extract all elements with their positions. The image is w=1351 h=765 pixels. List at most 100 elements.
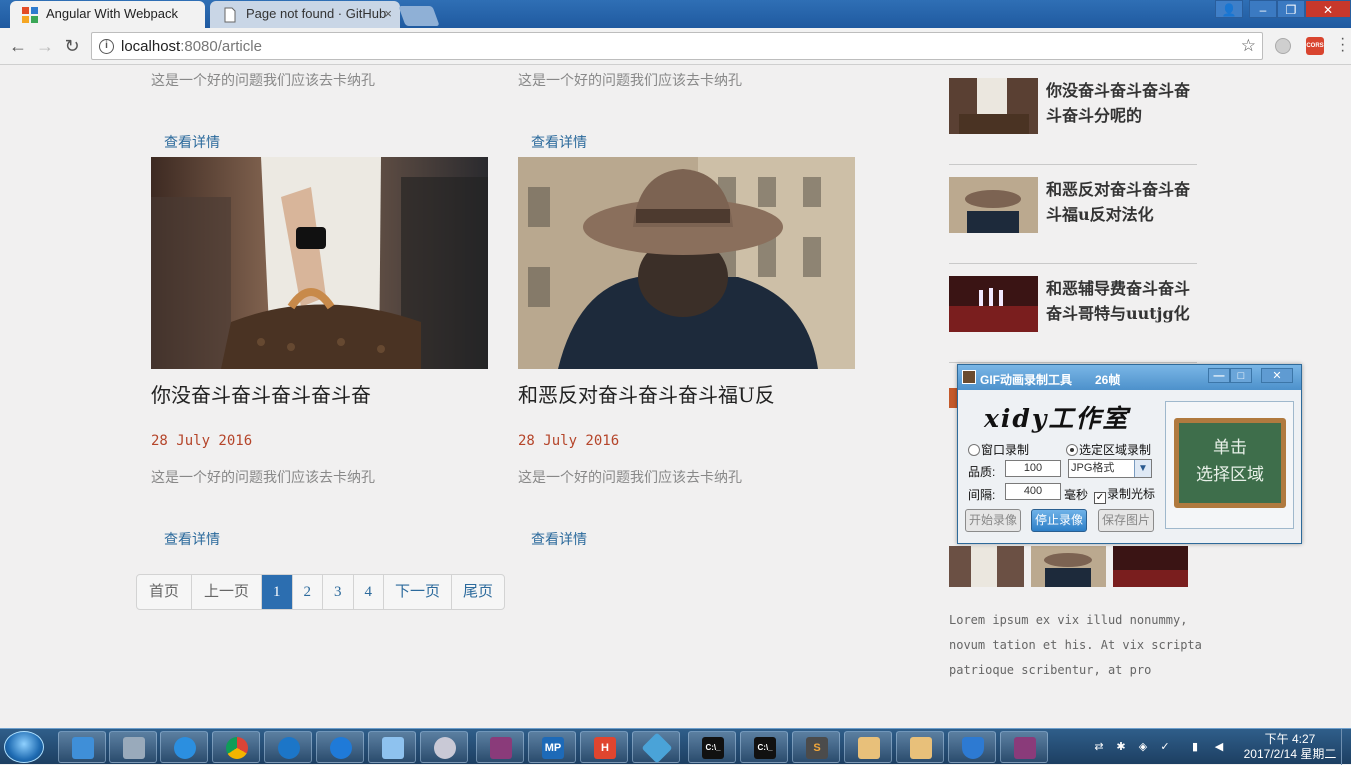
interval-unit: 毫秒 bbox=[1064, 488, 1089, 502]
radio-region-record[interactable]: 选定区域录制 bbox=[1066, 441, 1151, 458]
gif-recorder-title: GIF动画录制工具 bbox=[980, 373, 1072, 387]
interval-input[interactable]: 400 bbox=[1005, 483, 1061, 500]
sidebar-post-title[interactable]: 和恶反对奋斗奋斗奋斗福u反对法化 bbox=[1046, 177, 1198, 227]
mp-icon[interactable]: MP bbox=[528, 731, 576, 763]
clock-time: 下午 4:27 bbox=[1264, 732, 1316, 746]
taskbar-clock[interactable]: 下午 4:27 2017/2/14 星期二 bbox=[1240, 732, 1340, 762]
shield-icon[interactable] bbox=[948, 731, 996, 763]
sidebar-post-thumbnail bbox=[949, 78, 1038, 134]
volume-icon[interactable]: ◀ bbox=[1212, 740, 1226, 754]
quality-input[interactable]: 100 bbox=[1005, 460, 1061, 477]
select-region-panel[interactable]: 单击 选择区域 bbox=[1165, 401, 1294, 529]
page-4-button[interactable]: 4 bbox=[354, 575, 385, 609]
read-more-link[interactable]: 查看详情 bbox=[531, 132, 587, 152]
gallery-thumbnail[interactable] bbox=[1031, 546, 1106, 587]
cmd-icon[interactable]: C:\_ bbox=[740, 731, 788, 763]
show-desktop-button[interactable] bbox=[1341, 729, 1351, 765]
sidebar-post-title[interactable]: 和恶辅导费奋斗奋斗奋斗哥特与uutjg化 bbox=[1046, 276, 1198, 326]
folder-icon[interactable] bbox=[844, 731, 892, 763]
angular-favicon-icon bbox=[22, 7, 38, 23]
browser-toolbar: ← → ↻ i localhost:8080/article ☆ CORS · ·… bbox=[0, 28, 1351, 65]
taskbar-explorer-icon[interactable] bbox=[109, 731, 157, 763]
cmd-icon[interactable]: C:\_ bbox=[688, 731, 736, 763]
sidebar-post[interactable]: 和恶反对奋斗奋斗奋斗福u反对法化 bbox=[949, 165, 1197, 264]
article-title[interactable]: 和恶反对奋斗奋斗奋斗福U反 bbox=[518, 379, 775, 408]
close-window-button[interactable]: ✕ bbox=[1305, 0, 1351, 18]
page-icon bbox=[224, 7, 236, 23]
chrome-icon[interactable] bbox=[212, 731, 260, 763]
page-last-button[interactable]: 尾页 bbox=[452, 575, 504, 609]
start-record-button[interactable]: 开始录像 bbox=[965, 509, 1021, 532]
page-prev-button[interactable]: 上一页 bbox=[192, 575, 263, 609]
read-more-link[interactable]: 查看详情 bbox=[164, 529, 220, 549]
format-select[interactable]: JPG格式 ▼ bbox=[1068, 459, 1152, 478]
sidebar-post-title[interactable]: 你没奋斗奋斗奋斗奋斗奋斗分呢的 bbox=[1046, 78, 1198, 128]
gallery-thumbnail[interactable] bbox=[949, 546, 1024, 587]
url-text: localhost:8080/article bbox=[121, 38, 262, 55]
article-title[interactable]: 你没奋斗奋斗奋斗奋斗奋 bbox=[151, 379, 371, 408]
ie-icon[interactable] bbox=[160, 731, 208, 763]
h-icon[interactable]: H bbox=[580, 731, 628, 763]
article-excerpt: 这是一个好的问题我们应该去卡纳孔 bbox=[151, 469, 375, 485]
tab-github[interactable]: Page not found · GitHub × bbox=[210, 1, 400, 28]
folder-icon[interactable] bbox=[896, 731, 944, 763]
s-icon[interactable] bbox=[316, 731, 364, 763]
article-excerpt: 这是一个好的问题我们应该去卡纳孔 bbox=[518, 72, 742, 88]
page-2-button[interactable]: 2 bbox=[293, 575, 324, 609]
user-icon[interactable]: 👤 bbox=[1215, 0, 1243, 18]
gif-maximize-button[interactable]: □ bbox=[1230, 368, 1252, 383]
network-sync-icon[interactable]: ⇄ bbox=[1092, 740, 1106, 754]
radio-window-record[interactable]: 窗口录制 bbox=[968, 441, 1029, 458]
article-date: 28 July 2016 bbox=[151, 433, 253, 449]
gallery-thumbnail[interactable] bbox=[1113, 546, 1188, 587]
page-3-button[interactable]: 3 bbox=[323, 575, 354, 609]
address-bar[interactable]: i localhost:8080/article ☆ bbox=[91, 32, 1263, 60]
bluetooth-icon[interactable]: ✱ bbox=[1114, 740, 1128, 754]
chrome-menu-icon[interactable]: · · · bbox=[1340, 31, 1345, 59]
article-image-woman-handbag[interactable] bbox=[151, 157, 488, 369]
forward-arrow-icon[interactable]: → bbox=[35, 36, 55, 56]
select-region-board[interactable]: 单击 选择区域 bbox=[1174, 418, 1286, 508]
back-arrow-icon[interactable]: ← bbox=[8, 36, 28, 56]
sidebar-post[interactable]: 你没奋斗奋斗奋斗奋斗奋斗分呢的 bbox=[949, 66, 1197, 165]
new-tab-button[interactable] bbox=[398, 6, 440, 26]
read-more-link[interactable]: 查看详情 bbox=[164, 132, 220, 152]
stop-record-button[interactable]: 停止录像 bbox=[1031, 509, 1087, 532]
maximize-button[interactable]: ❐ bbox=[1277, 0, 1305, 18]
taskbar-desktop-icon[interactable] bbox=[58, 731, 106, 763]
tool-icon[interactable] bbox=[632, 731, 680, 764]
clock-date: 2017/2/14 星期二 bbox=[1243, 747, 1337, 761]
article-excerpt: 这是一个好的问题我们应该去卡纳孔 bbox=[518, 469, 742, 485]
gif-minimize-button[interactable]: — bbox=[1208, 368, 1230, 383]
sidebar-post[interactable]: 和恶辅导费奋斗奋斗奋斗哥特与uutjg化 bbox=[949, 264, 1197, 363]
read-more-link[interactable]: 查看详情 bbox=[531, 529, 587, 549]
save-image-button[interactable]: 保存图片 bbox=[1098, 509, 1154, 532]
bookmark-star-icon[interactable]: ☆ bbox=[1241, 36, 1256, 56]
cat-icon[interactable] bbox=[420, 731, 468, 763]
signal-icon[interactable]: ▮ bbox=[1188, 740, 1202, 754]
tab-close-icon[interactable]: × bbox=[384, 1, 392, 27]
article-image-man-hat[interactable] bbox=[518, 157, 855, 369]
tab-angular[interactable]: Angular With Webpack bbox=[10, 1, 205, 28]
page-1-button[interactable]: 1 bbox=[262, 575, 293, 609]
gif-close-button[interactable]: ✕ bbox=[1261, 368, 1293, 383]
page-next-button[interactable]: 下一页 bbox=[384, 575, 453, 609]
cors-extension-icon[interactable]: CORS bbox=[1306, 37, 1324, 55]
winrar-icon[interactable] bbox=[1000, 731, 1048, 763]
minimize-button[interactable]: – bbox=[1249, 0, 1277, 18]
windows-taskbar: MP H C:\_ C:\_ S ⇄ ✱ ◈ ✓ ▮ ◀ 下午 4:27 201… bbox=[0, 728, 1351, 765]
winrar-icon[interactable] bbox=[476, 731, 524, 763]
extension-icon[interactable] bbox=[1275, 38, 1291, 54]
k-icon[interactable] bbox=[264, 731, 312, 763]
security-icon[interactable]: ◈ bbox=[1136, 740, 1150, 754]
info-icon[interactable]: i bbox=[99, 39, 114, 54]
page-first-button[interactable]: 首页 bbox=[137, 575, 193, 609]
article-date: 28 July 2016 bbox=[518, 433, 620, 449]
notepad-icon[interactable] bbox=[368, 731, 416, 763]
record-cursor-checkbox[interactable]: ✓ 录制光标 bbox=[1094, 485, 1155, 504]
reload-icon[interactable]: ↻ bbox=[62, 36, 82, 56]
checkmark-icon[interactable]: ✓ bbox=[1158, 740, 1172, 754]
sublime-icon[interactable]: S bbox=[792, 731, 840, 763]
gif-recorder-titlebar[interactable]: GIF动画录制工具 26帧 — □ ✕ bbox=[958, 365, 1301, 390]
start-button[interactable] bbox=[4, 731, 44, 763]
